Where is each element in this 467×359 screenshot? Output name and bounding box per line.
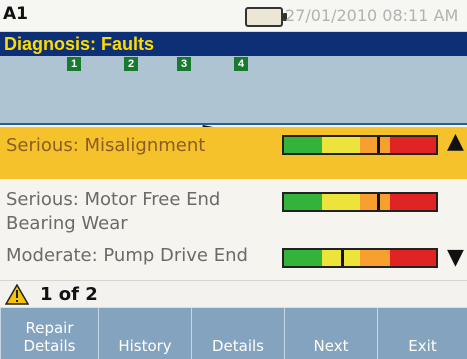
severity-green bbox=[284, 137, 322, 153]
machine-diagram: 1 2 3 4 bbox=[0, 56, 467, 174]
severity-marker bbox=[377, 194, 381, 210]
severity-bar bbox=[282, 192, 438, 212]
page-indicator: 1 of 2 bbox=[0, 280, 467, 308]
severity-bar bbox=[282, 248, 438, 268]
severity-green bbox=[284, 250, 322, 266]
fault-label: Serious: Misalignment bbox=[6, 135, 206, 156]
severity-orange bbox=[360, 137, 391, 153]
severity-yellow bbox=[322, 194, 360, 210]
repair-details-button[interactable]: Repair Details bbox=[0, 308, 98, 359]
status-label: A1 bbox=[3, 4, 28, 24]
severity-green bbox=[284, 194, 322, 210]
severity-bar bbox=[282, 135, 438, 155]
date-time: 27/01/2010 08:11 AM bbox=[285, 6, 459, 25]
severity-marker bbox=[340, 250, 344, 266]
page-count: 1 of 2 bbox=[40, 284, 98, 305]
fault-row-1[interactable]: Serious: Motor Free End Bearing Wear bbox=[0, 182, 467, 234]
history-button[interactable]: History bbox=[98, 308, 191, 359]
severity-marker bbox=[377, 137, 381, 153]
severity-yellow bbox=[322, 137, 360, 153]
fault-label: Serious: Motor Free End Bearing Wear bbox=[6, 189, 221, 234]
severity-red bbox=[390, 137, 436, 153]
softkey-label: Next bbox=[313, 337, 349, 355]
fault-row-0[interactable]: Serious: Misalignment ▲ bbox=[0, 127, 467, 179]
status-bar: A1 27/01/2010 08:11 AM bbox=[0, 0, 467, 32]
point-2-badge: 2 bbox=[124, 57, 138, 71]
warning-icon bbox=[5, 284, 29, 305]
severity-orange bbox=[360, 194, 391, 210]
battery-icon bbox=[245, 7, 287, 27]
page-title: Diagnosis: Faults bbox=[0, 32, 467, 56]
down-arrow-icon[interactable]: ▼ bbox=[447, 245, 464, 270]
softkey-label: Exit bbox=[408, 337, 437, 355]
point-4-badge: 4 bbox=[234, 57, 248, 71]
severity-red bbox=[390, 250, 436, 266]
next-button[interactable]: Next bbox=[284, 308, 377, 359]
severity-red bbox=[390, 194, 436, 210]
details-button[interactable]: Details bbox=[191, 308, 284, 359]
up-arrow-icon[interactable]: ▲ bbox=[447, 129, 464, 154]
exit-button[interactable]: Exit bbox=[377, 308, 467, 359]
point-3-badge: 3 bbox=[177, 57, 191, 71]
softkey-label: Details bbox=[211, 337, 264, 355]
softkey-label: History bbox=[118, 337, 172, 355]
fault-label: Moderate: Pump Drive End bbox=[6, 245, 248, 266]
softkey-label: Repair Details bbox=[23, 319, 76, 355]
point-1-badge: 1 bbox=[67, 57, 81, 71]
severity-orange bbox=[360, 250, 391, 266]
softkey-bar: Repair Details History Details Next Exit bbox=[0, 307, 467, 359]
